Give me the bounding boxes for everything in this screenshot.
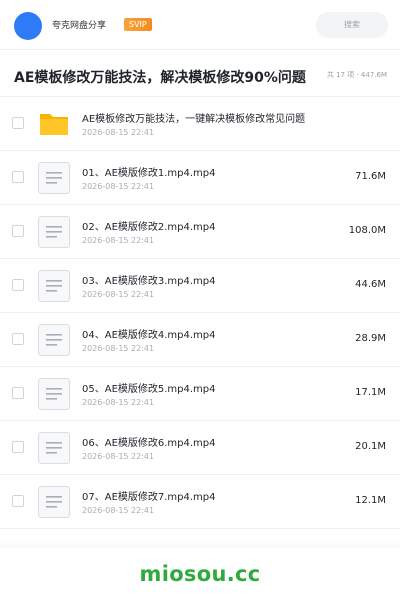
site-logo[interactable]: miosou.cc	[0, 562, 400, 586]
file-size: 17.1M	[355, 387, 386, 398]
file-date: 2026-08-15 22:41	[82, 236, 155, 245]
document-icon	[38, 486, 70, 518]
select-checkbox[interactable]	[12, 279, 24, 291]
brand-name: 夸克网盘分享	[52, 21, 107, 31]
list-item[interactable]: 03、AE模版修改3.mp4.mp4 2026-08-15 22:41 44.6…	[0, 259, 400, 313]
file-size: 71.6M	[355, 171, 386, 182]
file-date: 2026-08-15 22:41	[82, 290, 155, 299]
file-name: 04、AE模版修改4.mp4.mp4	[82, 330, 216, 341]
file-date: 2026-08-15 22:41	[82, 128, 155, 137]
list-item[interactable]: 04、AE模版修改4.mp4.mp4 2026-08-15 22:41 28.9…	[0, 313, 400, 367]
select-checkbox[interactable]	[12, 495, 24, 507]
document-icon	[38, 378, 70, 410]
list-item[interactable]: 07、AE模版修改7.mp4.mp4 2026-08-15 22:41 12.1…	[0, 475, 400, 529]
file-date: 2026-08-15 22:41	[82, 398, 155, 407]
file-size: 108.0M	[348, 225, 386, 236]
file-name: 01、AE模版修改1.mp4.mp4	[82, 168, 216, 179]
footer: miosou.cc	[0, 548, 400, 600]
vip-badge: SVIP	[124, 18, 152, 31]
select-checkbox[interactable]	[12, 171, 24, 183]
file-name: 05、AE模版修改5.mp4.mp4	[82, 384, 216, 395]
select-checkbox[interactable]	[12, 387, 24, 399]
avatar[interactable]	[14, 12, 42, 40]
file-list: AE模板修改万能技法，一键解决模板修改常见问题 2026-08-15 22:41…	[0, 97, 400, 529]
file-size: 20.1M	[355, 441, 386, 452]
file-name: 06、AE模版修改6.mp4.mp4	[82, 438, 216, 449]
file-date: 2026-08-15 22:41	[82, 452, 155, 461]
search-input[interactable]	[316, 12, 388, 38]
document-icon	[38, 270, 70, 302]
list-item[interactable]: 06、AE模版修改6.mp4.mp4 2026-08-15 22:41 20.1…	[0, 421, 400, 475]
select-checkbox[interactable]	[12, 333, 24, 345]
page-title: AE模板修改万能技法，解决模板修改90%问题	[14, 70, 306, 86]
document-icon	[38, 432, 70, 464]
document-icon	[38, 324, 70, 356]
file-date: 2026-08-15 22:41	[82, 506, 155, 515]
file-name: 07、AE模版修改7.mp4.mp4	[82, 492, 216, 503]
document-icon	[38, 162, 70, 194]
folder-icon	[40, 114, 68, 135]
list-item[interactable]: 05、AE模版修改5.mp4.mp4 2026-08-15 22:41 17.1…	[0, 367, 400, 421]
share-summary: 共 17 项 · 447.6M	[326, 71, 387, 79]
file-size: 12.1M	[355, 495, 386, 506]
file-name: 03、AE模版修改3.mp4.mp4	[82, 276, 216, 287]
file-name: AE模板修改万能技法，一键解决模板修改常见问题	[82, 114, 306, 125]
share-title-row: AE模板修改万能技法，解决模板修改90%问题 共 17 项 · 447.6M	[0, 50, 400, 97]
select-checkbox[interactable]	[12, 225, 24, 237]
file-name: 02、AE模版修改2.mp4.mp4	[82, 222, 216, 233]
top-bar: 夸克网盘分享 SVIP	[0, 0, 400, 50]
list-item[interactable]: AE模板修改万能技法，一键解决模板修改常见问题 2026-08-15 22:41	[0, 97, 400, 151]
list-item[interactable]: 02、AE模版修改2.mp4.mp4 2026-08-15 22:41 108.…	[0, 205, 400, 259]
file-date: 2026-08-15 22:41	[82, 344, 155, 353]
file-size: 28.9M	[355, 333, 386, 344]
document-icon	[38, 216, 70, 248]
select-checkbox[interactable]	[12, 441, 24, 453]
file-date: 2026-08-15 22:41	[82, 182, 155, 191]
list-item[interactable]: 01、AE模版修改1.mp4.mp4 2026-08-15 22:41 71.6…	[0, 151, 400, 205]
file-size: 44.6M	[355, 279, 386, 290]
select-checkbox[interactable]	[12, 117, 24, 129]
